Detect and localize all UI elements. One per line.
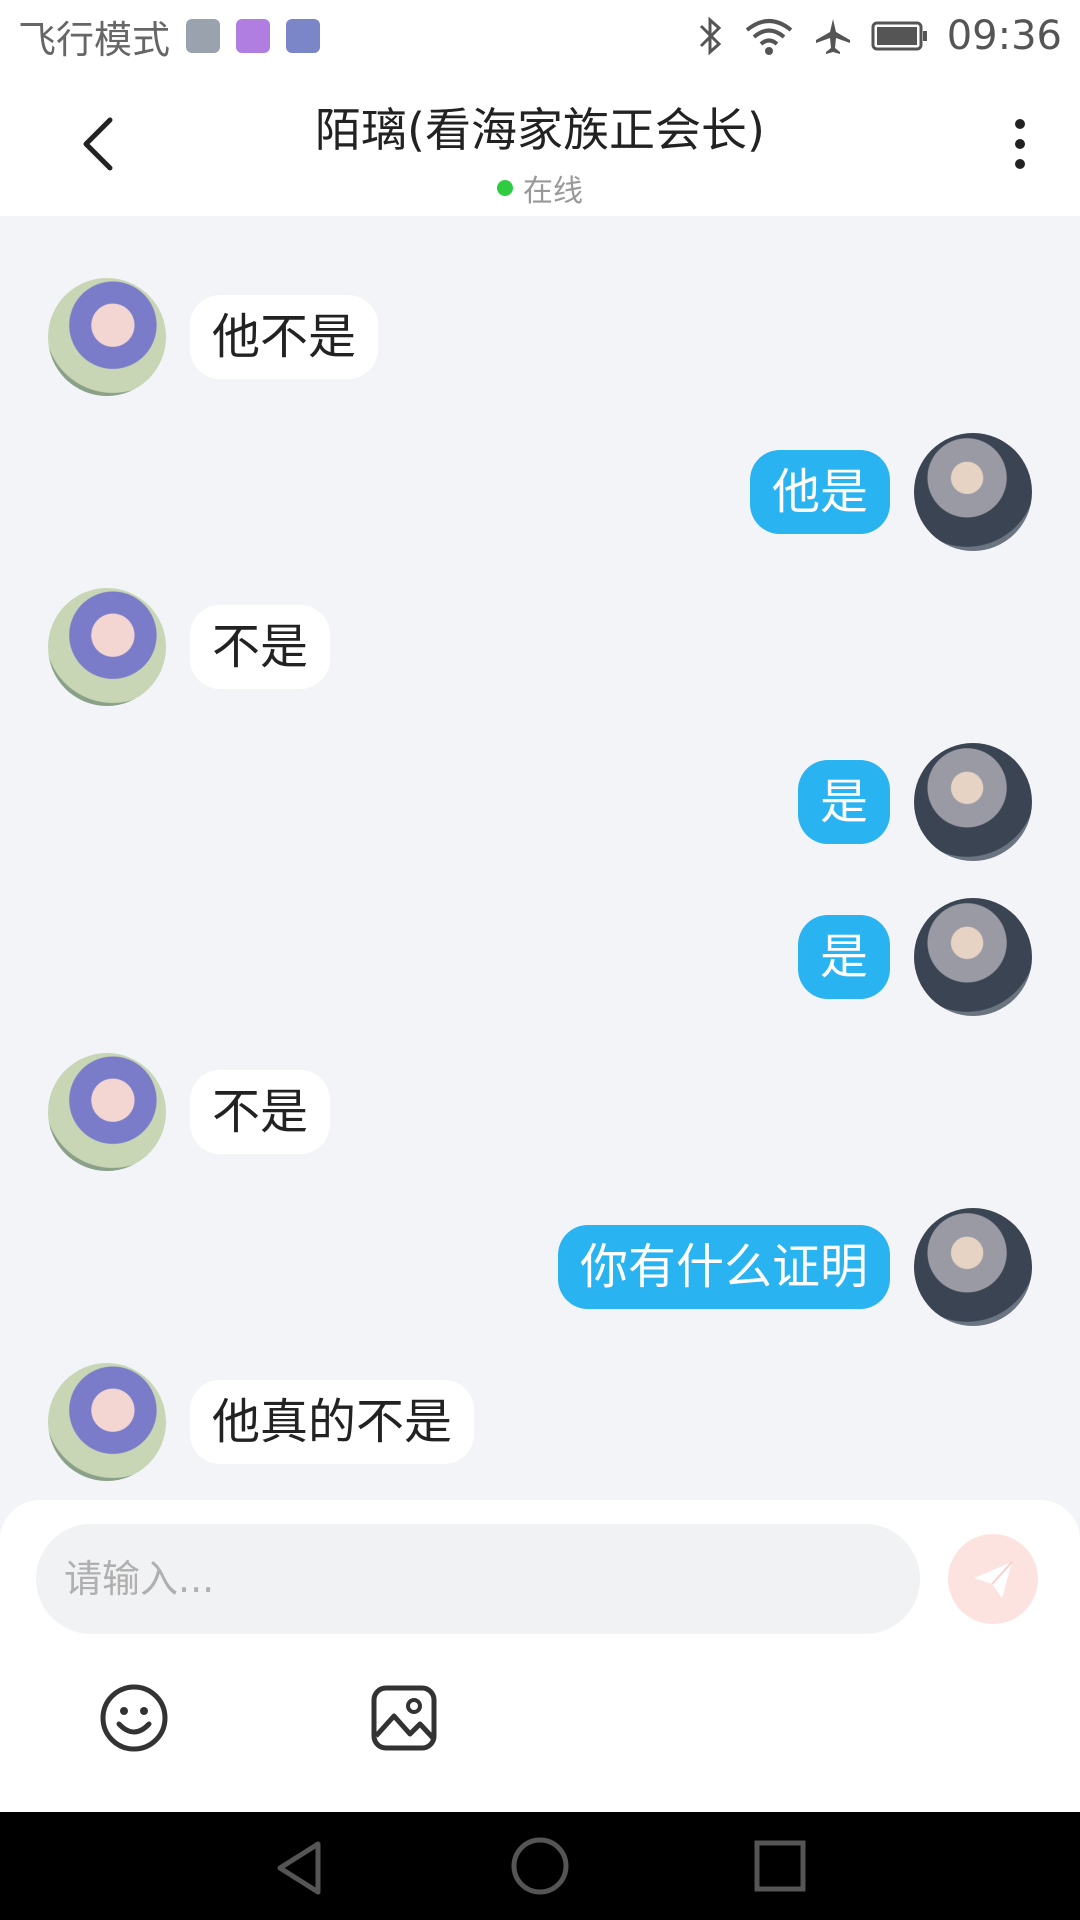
message-row: 他是 <box>749 433 1032 551</box>
nav-recents-icon[interactable] <box>752 1838 808 1894</box>
presence-text: 在线 <box>523 174 583 209</box>
message-bubble[interactable]: 是 <box>797 915 890 999</box>
message-bubble[interactable]: 他是 <box>749 450 890 534</box>
airplane-mode-label: 飞行模式 <box>18 17 171 62</box>
airplane-icon <box>815 19 850 54</box>
self-avatar[interactable] <box>914 898 1032 1016</box>
self-avatar[interactable] <box>914 1208 1032 1326</box>
message-input[interactable]: 请输入... <box>36 1524 920 1634</box>
back-arrow-icon[interactable] <box>70 112 130 176</box>
status-bar: 飞行模式 09:36 <box>0 0 1080 72</box>
contact-avatar[interactable] <box>48 1363 166 1481</box>
send-icon <box>974 1561 1013 1598</box>
emoji-icon[interactable] <box>98 1682 170 1754</box>
clock: 09:36 <box>946 13 1062 59</box>
self-avatar[interactable] <box>914 433 1032 551</box>
message-row: 是 <box>797 898 1032 1016</box>
self-avatar[interactable] <box>914 743 1032 861</box>
message-bubble[interactable]: 不是 <box>190 605 331 689</box>
message-row: 他不是 <box>48 278 379 396</box>
contact-avatar[interactable] <box>48 1053 166 1171</box>
send-button[interactable] <box>948 1534 1038 1624</box>
wifi-icon <box>745 19 792 55</box>
title-block: 陌璃(看海家族正会长) 在线 <box>180 94 900 210</box>
contact-name: 陌璃(看海家族正会长) <box>315 103 765 157</box>
gallery-notification-icon <box>186 19 221 53</box>
message-bubble[interactable]: 他真的不是 <box>190 1380 475 1464</box>
battery-icon <box>871 21 927 51</box>
message-row: 他真的不是 <box>48 1363 475 1481</box>
presence: 在线 <box>180 166 900 210</box>
message-bubble[interactable]: 是 <box>797 760 890 844</box>
message-bubble[interactable]: 你有什么证明 <box>557 1225 890 1309</box>
composer: 请输入... <box>0 1500 1080 1812</box>
message-list[interactable]: 他不是 他是 不是 是 是 不是 你有什么证明 他真的不是 <box>0 216 1080 1500</box>
image-picker-icon[interactable] <box>370 1684 438 1752</box>
bluetooth-icon <box>699 16 721 56</box>
nav-home-icon[interactable] <box>510 1836 570 1896</box>
app-notification-icon <box>286 19 321 53</box>
contact-avatar[interactable] <box>48 278 166 396</box>
system-nav-bar <box>0 1812 1080 1920</box>
online-dot-icon <box>497 180 513 196</box>
message-row: 不是 <box>48 1053 331 1171</box>
message-bubble[interactable]: 不是 <box>190 1070 331 1154</box>
message-row: 不是 <box>48 588 331 706</box>
more-options-icon[interactable] <box>1000 114 1040 174</box>
nav-back-icon[interactable] <box>270 1838 330 1898</box>
keyboard-notification-icon <box>236 19 271 53</box>
chat-header: 陌璃(看海家族正会长) 在线 <box>0 72 1080 216</box>
message-row: 你有什么证明 <box>557 1208 1032 1326</box>
message-row: 是 <box>797 743 1032 861</box>
message-bubble[interactable]: 他不是 <box>190 295 379 379</box>
contact-avatar[interactable] <box>48 588 166 706</box>
